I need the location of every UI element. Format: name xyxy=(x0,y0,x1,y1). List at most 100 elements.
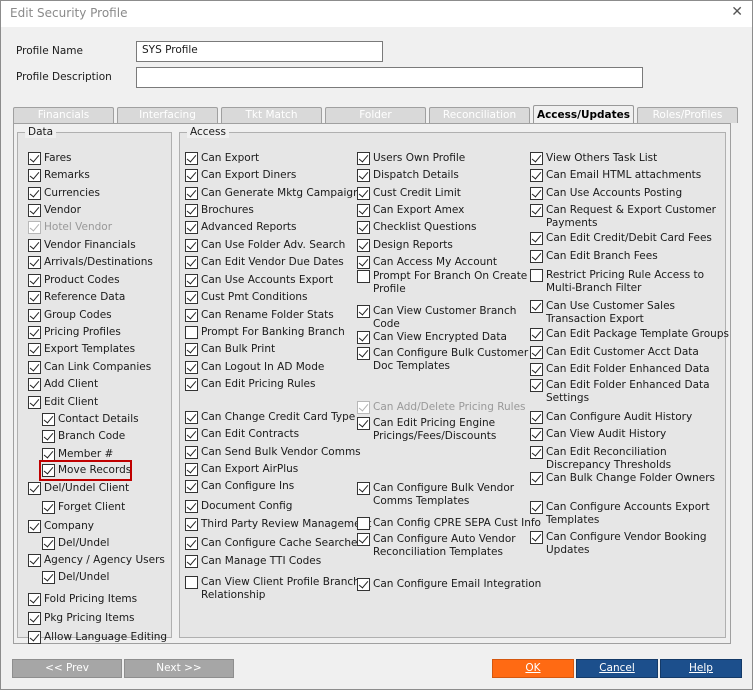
checkbox-export-templates[interactable]: Export Templates xyxy=(28,343,135,356)
checkbox-can-edit-folder-enhanced-data-settings[interactable]: Can Edit Folder Enhanced Data Settings xyxy=(530,379,710,405)
checkbox-box[interactable] xyxy=(357,401,370,414)
checkbox-box[interactable] xyxy=(28,554,41,567)
checkbox-advanced-reports[interactable]: Advanced Reports xyxy=(185,221,296,234)
checkbox-can-edit-vendor-due-dates[interactable]: Can Edit Vendor Due Dates xyxy=(185,256,344,269)
checkbox-box[interactable] xyxy=(28,378,41,391)
checkbox-box[interactable] xyxy=(530,346,543,359)
checkbox-box[interactable] xyxy=(530,232,543,245)
checkbox-can-link-companies[interactable]: Can Link Companies xyxy=(28,361,151,374)
tab-roles-profiles[interactable]: Roles/Profiles xyxy=(637,107,738,123)
checkbox-box[interactable] xyxy=(530,169,543,182)
checkbox-dispatch-details[interactable]: Dispatch Details xyxy=(357,169,459,182)
checkbox-box[interactable] xyxy=(357,347,370,360)
checkbox-box[interactable] xyxy=(185,446,198,459)
checkbox-box[interactable] xyxy=(42,501,55,514)
checkbox-document-config[interactable]: Document Config xyxy=(185,500,292,513)
checkbox-box[interactable] xyxy=(357,239,370,252)
checkbox-can-edit-contracts[interactable]: Can Edit Contracts xyxy=(185,428,299,441)
checkbox-arrivals-destinations[interactable]: Arrivals/Destinations xyxy=(28,256,153,269)
checkbox-can-edit-folder-enhanced-data[interactable]: Can Edit Folder Enhanced Data xyxy=(530,363,710,376)
checkbox-branch-code[interactable]: Branch Code xyxy=(42,430,125,443)
checkbox-box[interactable] xyxy=(185,518,198,531)
checkbox-box[interactable] xyxy=(28,274,41,287)
checkbox-box[interactable] xyxy=(530,250,543,263)
checkbox-box[interactable] xyxy=(530,269,543,282)
checkbox-box[interactable] xyxy=(185,480,198,493)
checkbox-third-party-review-management[interactable]: Third Party Review Management xyxy=(185,518,371,531)
checkbox-box[interactable] xyxy=(42,537,55,550)
checkbox-box[interactable] xyxy=(530,152,543,165)
ok-button[interactable]: OK xyxy=(492,659,574,678)
checkbox-currencies[interactable]: Currencies xyxy=(28,187,100,200)
help-button[interactable]: Help xyxy=(660,659,742,678)
checkbox-box[interactable] xyxy=(357,204,370,217)
checkbox-cust-pmt-conditions[interactable]: Cust Pmt Conditions xyxy=(185,291,308,304)
checkbox-fold-pricing-items[interactable]: Fold Pricing Items xyxy=(28,593,137,606)
checkbox-box[interactable] xyxy=(357,533,370,546)
tab-tkt-match[interactable]: Tkt Match xyxy=(221,107,322,123)
checkbox-can-view-audit-history[interactable]: Can View Audit History xyxy=(530,428,666,441)
checkbox-box[interactable] xyxy=(28,593,41,606)
checkbox-box[interactable] xyxy=(28,256,41,269)
checkbox-can-configure-email-integration[interactable]: Can Configure Email Integration xyxy=(357,578,541,591)
checkbox-box[interactable] xyxy=(28,309,41,322)
checkbox-box[interactable] xyxy=(357,270,370,283)
checkbox-vendor-financials[interactable]: Vendor Financials xyxy=(28,239,136,252)
checkbox-cust-credit-limit[interactable]: Cust Credit Limit xyxy=(357,187,461,200)
close-icon[interactable]: ✕ xyxy=(731,4,743,20)
checkbox-can-use-accounts-export[interactable]: Can Use Accounts Export xyxy=(185,274,333,287)
checkbox-can-change-credit-card-type[interactable]: Can Change Credit Card Type xyxy=(185,411,355,424)
checkbox-box[interactable] xyxy=(28,396,41,409)
checkbox-can-configure-ins[interactable]: Can Configure Ins xyxy=(185,480,294,493)
checkbox-box[interactable] xyxy=(28,482,41,495)
checkbox-can-view-customer-branch-code[interactable]: Can View Customer Branch Code xyxy=(357,305,516,331)
checkbox-box[interactable] xyxy=(530,446,543,459)
checkbox-can-edit-branch-fees[interactable]: Can Edit Branch Fees xyxy=(530,250,658,263)
checkbox-box[interactable] xyxy=(357,482,370,495)
checkbox-box[interactable] xyxy=(185,378,198,391)
next-button[interactable]: Next >> xyxy=(124,659,234,678)
checkbox-box[interactable] xyxy=(357,169,370,182)
checkbox-company[interactable]: Company xyxy=(28,520,94,533)
checkbox-reference-data[interactable]: Reference Data xyxy=(28,291,125,304)
checkbox-can-edit-reconciliation-discrepancy-thresholds[interactable]: Can Edit Reconciliation Discrepancy Thre… xyxy=(530,446,671,472)
checkbox-box[interactable] xyxy=(185,411,198,424)
checkbox-agency-agency-users[interactable]: Agency / Agency Users xyxy=(28,554,165,567)
checkbox-box[interactable] xyxy=(530,328,543,341)
checkbox-box[interactable] xyxy=(357,256,370,269)
checkbox-can-configure-audit-history[interactable]: Can Configure Audit History xyxy=(530,411,692,424)
checkbox-can-configure-accounts-export-templates[interactable]: Can Configure Accounts Export Templates xyxy=(530,501,710,527)
checkbox-edit-client[interactable]: Edit Client xyxy=(28,396,98,409)
checkbox-box[interactable] xyxy=(185,428,198,441)
checkbox-box[interactable] xyxy=(185,274,198,287)
checkbox-box[interactable] xyxy=(357,517,370,530)
checkbox-box[interactable] xyxy=(28,169,41,182)
checkbox-prompt-for-branch-on-create-profile[interactable]: Prompt For Branch On Create Profile xyxy=(357,270,527,296)
checkbox-box[interactable] xyxy=(28,361,41,374)
checkbox-vendor[interactable]: Vendor xyxy=(28,204,81,217)
tab-reconciliation[interactable]: Reconciliation xyxy=(429,107,530,123)
prev-button[interactable]: << Prev xyxy=(12,659,122,678)
checkbox-prompt-for-banking-branch[interactable]: Prompt For Banking Branch xyxy=(185,326,345,339)
checkbox-box[interactable] xyxy=(185,204,198,217)
checkbox-can-configure-cache-searches[interactable]: Can Configure Cache Searches xyxy=(185,537,363,550)
profile-description-input[interactable] xyxy=(136,67,643,88)
checkbox-can-edit-package-template-groups[interactable]: Can Edit Package Template Groups xyxy=(530,328,729,341)
checkbox-forget-client[interactable]: Forget Client xyxy=(42,501,125,514)
checkbox-contact-details[interactable]: Contact Details xyxy=(42,413,139,426)
checkbox-box[interactable] xyxy=(28,187,41,200)
checkbox-can-export-airplus[interactable]: Can Export AirPlus xyxy=(185,463,298,476)
checkbox-box[interactable] xyxy=(28,631,41,644)
checkbox-restrict-pricing-rule-access-to-multi-branch-filter[interactable]: Restrict Pricing Rule Access to Multi-Br… xyxy=(530,269,704,295)
checkbox-can-view-encrypted-data[interactable]: Can View Encrypted Data xyxy=(357,331,507,344)
checkbox-can-use-folder-adv-search[interactable]: Can Use Folder Adv. Search xyxy=(185,239,345,252)
checkbox-design-reports[interactable]: Design Reports xyxy=(357,239,453,252)
checkbox-box[interactable] xyxy=(185,555,198,568)
profile-name-input[interactable]: SYS Profile xyxy=(136,41,383,62)
checkbox-can-configure-vendor-booking-updates[interactable]: Can Configure Vendor Booking Updates xyxy=(530,531,707,557)
checkbox-box[interactable] xyxy=(530,204,543,217)
checkbox-box[interactable] xyxy=(185,463,198,476)
checkbox-box[interactable] xyxy=(185,221,198,234)
tab-interfacing[interactable]: Interfacing xyxy=(117,107,218,123)
checkbox-can-logout-in-ad-mode[interactable]: Can Logout In AD Mode xyxy=(185,361,324,374)
